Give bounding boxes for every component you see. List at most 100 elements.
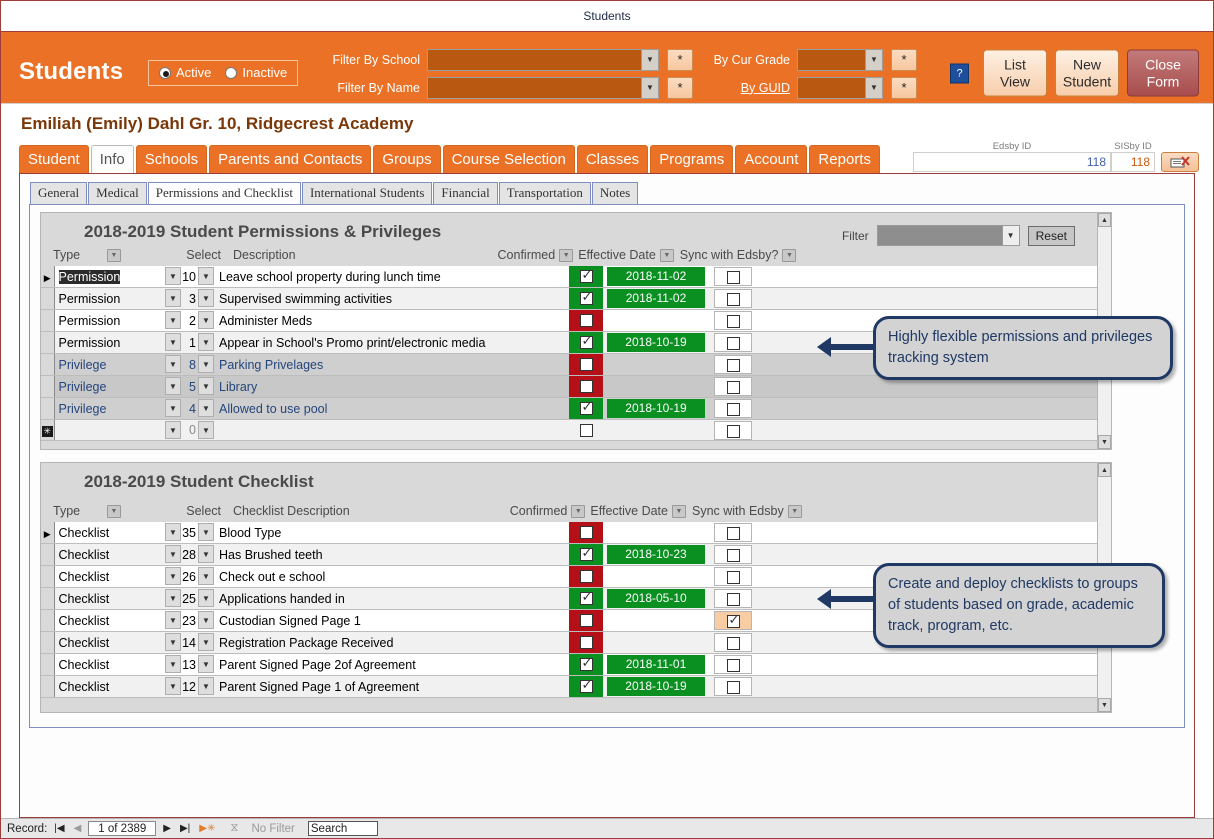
cell-description[interactable]: Administer Meds [215, 309, 569, 332]
radio-inactive[interactable]: Inactive [225, 65, 287, 80]
cell-sync[interactable] [709, 266, 757, 288]
sync-checkbox[interactable] [726, 315, 740, 329]
row-selector[interactable] [41, 587, 55, 610]
cell-type[interactable]: Checklist ▼ [54, 653, 182, 676]
cell-type[interactable]: Checklist ▼ [54, 675, 182, 698]
cell-sync[interactable] [709, 331, 757, 354]
filter-by-name-combo[interactable]: ▼ [427, 76, 659, 99]
filter-by-name-clear-button[interactable]: * [667, 76, 693, 99]
cell-effective-date[interactable]: 2018-05-10 [603, 587, 709, 610]
cell-select[interactable]: 35 ▼ [182, 522, 215, 544]
cell-effective-date[interactable]: 2018-10-19 [603, 331, 709, 354]
cell-description[interactable]: Parent Signed Page 1 of Agreement [215, 675, 569, 698]
confirmed-checkbox[interactable] [579, 424, 593, 438]
cell-confirmed[interactable] [569, 397, 603, 420]
cell-type[interactable]: Permission ▼ [54, 287, 182, 310]
cell-confirmed[interactable] [569, 522, 603, 544]
confirmed-checkbox[interactable] [579, 570, 593, 584]
print-preview-button[interactable] [1161, 152, 1199, 172]
cell-sync[interactable] [709, 631, 757, 654]
cell-effective-date[interactable]: 2018-11-02 [603, 266, 709, 288]
sort-date-icon[interactable]: ▼ [671, 504, 686, 518]
scroll-down-icon[interactable]: ▼ [1098, 698, 1111, 712]
chevron-down-icon[interactable]: ▼ [198, 545, 214, 563]
sort-date-icon[interactable]: ▼ [659, 248, 674, 262]
new-record-button[interactable]: ▶✳ [197, 823, 217, 834]
cell-effective-date[interactable] [603, 522, 709, 544]
sort-sync-icon[interactable]: ▼ [787, 504, 802, 518]
cell-sync[interactable] [709, 565, 757, 588]
confirmed-checkbox[interactable] [579, 289, 593, 306]
chevron-down-icon[interactable]: ▼ [165, 377, 181, 395]
chevron-down-icon[interactable]: ▼ [165, 589, 181, 607]
confirmed-checkbox[interactable] [579, 399, 593, 416]
cell-type[interactable]: Privilege ▼ [54, 375, 182, 398]
cell-effective-date[interactable] [603, 609, 709, 632]
row-selector[interactable] [41, 543, 55, 566]
record-number-field[interactable]: 1 of 2389 [88, 821, 157, 836]
cell-effective-date[interactable]: 2018-10-19 [603, 397, 709, 420]
tab-parents-and-contacts[interactable]: Parents and Contacts [209, 145, 372, 173]
row-selector[interactable] [41, 353, 55, 376]
confirmed-checkbox[interactable] [579, 358, 593, 372]
cell-confirmed[interactable] [569, 653, 603, 676]
cell-select[interactable]: 10 ▼ [182, 266, 215, 288]
cell-confirmed[interactable] [569, 565, 603, 588]
chevron-down-icon[interactable]: ▼ [165, 399, 181, 417]
cell-effective-date[interactable] [603, 631, 709, 654]
cell-sync[interactable] [709, 653, 757, 676]
table-row[interactable]: Permission ▼ 3 ▼ Supervised swimming activ… [41, 287, 1111, 310]
cell-confirmed[interactable] [569, 631, 603, 654]
cell-confirmed[interactable] [569, 675, 603, 698]
cell-type[interactable]: Permission ▼ [54, 309, 182, 332]
chevron-down-icon[interactable]: ▼ [165, 567, 181, 585]
cell-sync[interactable] [709, 309, 757, 332]
cell-description[interactable]: Supervised swimming activities [215, 287, 569, 310]
cell-type[interactable]: Checklist ▼ [54, 609, 182, 632]
table-row-new[interactable]: ✳ ▼ 0 ▼ [41, 419, 1111, 441]
search-input[interactable]: Search [307, 821, 378, 836]
cell-type[interactable]: Checklist ▼ [54, 565, 182, 588]
cell-sync[interactable] [709, 419, 757, 441]
sync-checkbox[interactable] [726, 403, 740, 417]
chevron-down-icon[interactable]: ▼ [198, 677, 214, 695]
subtab-notes[interactable]: Notes [591, 182, 639, 204]
chevron-down-icon[interactable]: ▼ [198, 355, 214, 373]
filter-by-school-combo[interactable]: ▼ [427, 48, 659, 71]
row-selector[interactable] [41, 565, 55, 588]
sort-type-icon[interactable]: ▼ [107, 504, 121, 518]
cell-confirmed[interactable] [569, 266, 603, 288]
previous-record-button[interactable]: ◀ [72, 823, 84, 834]
cell-select[interactable]: 13 ▼ [182, 653, 215, 676]
sync-checkbox[interactable] [726, 359, 740, 373]
cell-sync[interactable] [709, 543, 757, 566]
cell-confirmed[interactable] [569, 419, 603, 441]
cell-description[interactable]: Library [215, 375, 569, 398]
chevron-down-icon[interactable]: ▼ [198, 633, 214, 651]
chevron-down-icon[interactable]: ▼ [165, 677, 181, 695]
cell-confirmed[interactable] [569, 331, 603, 354]
cell-confirmed[interactable] [569, 353, 603, 376]
subtab-financial[interactable]: Financial [433, 182, 498, 204]
row-selector-new[interactable]: ✳ [41, 419, 55, 441]
sort-confirmed-icon[interactable]: ▼ [571, 504, 586, 518]
cell-sync[interactable] [709, 587, 757, 610]
chevron-down-icon[interactable]: ▼ [165, 333, 181, 351]
chevron-down-icon[interactable]: ▼ [198, 589, 214, 607]
chevron-down-icon[interactable]: ▼ [198, 567, 214, 585]
table-row[interactable]: Checklist ▼ 12 ▼ Parent Signed Page 1 of A… [41, 675, 1111, 698]
chevron-down-icon[interactable]: ▼ [165, 311, 181, 329]
chevron-down-icon[interactable]: ▼ [165, 545, 181, 563]
filter-by-grade-clear-button[interactable]: * [891, 48, 917, 71]
cell-description[interactable]: Applications handed in [215, 587, 569, 610]
filter-by-school-clear-button[interactable]: * [667, 48, 693, 71]
cell-select[interactable]: 23 ▼ [182, 609, 215, 632]
confirmed-checkbox[interactable] [579, 545, 593, 562]
cell-select[interactable]: 3 ▼ [182, 287, 215, 310]
filter-by-guid-link[interactable]: By GUID [741, 81, 790, 95]
cell-description[interactable]: Registration Package Received [215, 631, 569, 654]
chevron-down-icon[interactable]: ▼ [198, 523, 214, 541]
table-row[interactable]: ▶ Checklist ▼ 35 ▼ Blood Type [41, 522, 1111, 544]
sync-checkbox[interactable] [726, 381, 740, 395]
chevron-down-icon[interactable]: ▼ [198, 377, 214, 395]
